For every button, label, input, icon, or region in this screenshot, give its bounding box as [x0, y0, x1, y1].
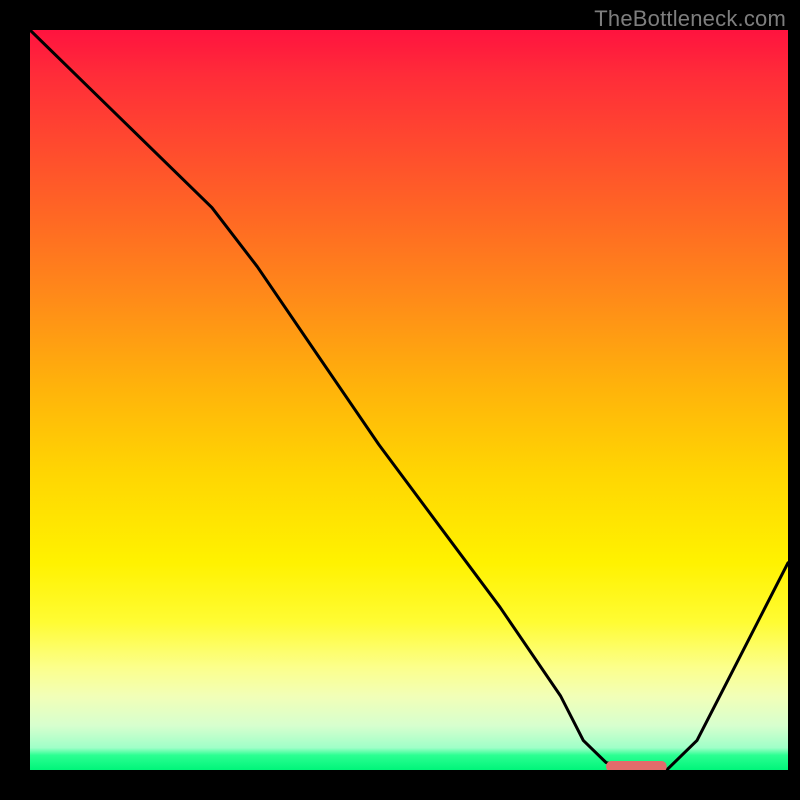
- watermark-text: TheBottleneck.com: [594, 6, 786, 32]
- plot-area: [30, 30, 788, 770]
- optimum-range-bar: [606, 761, 667, 770]
- chart-container: TheBottleneck.com: [0, 0, 800, 800]
- optimum-marker: [30, 30, 788, 770]
